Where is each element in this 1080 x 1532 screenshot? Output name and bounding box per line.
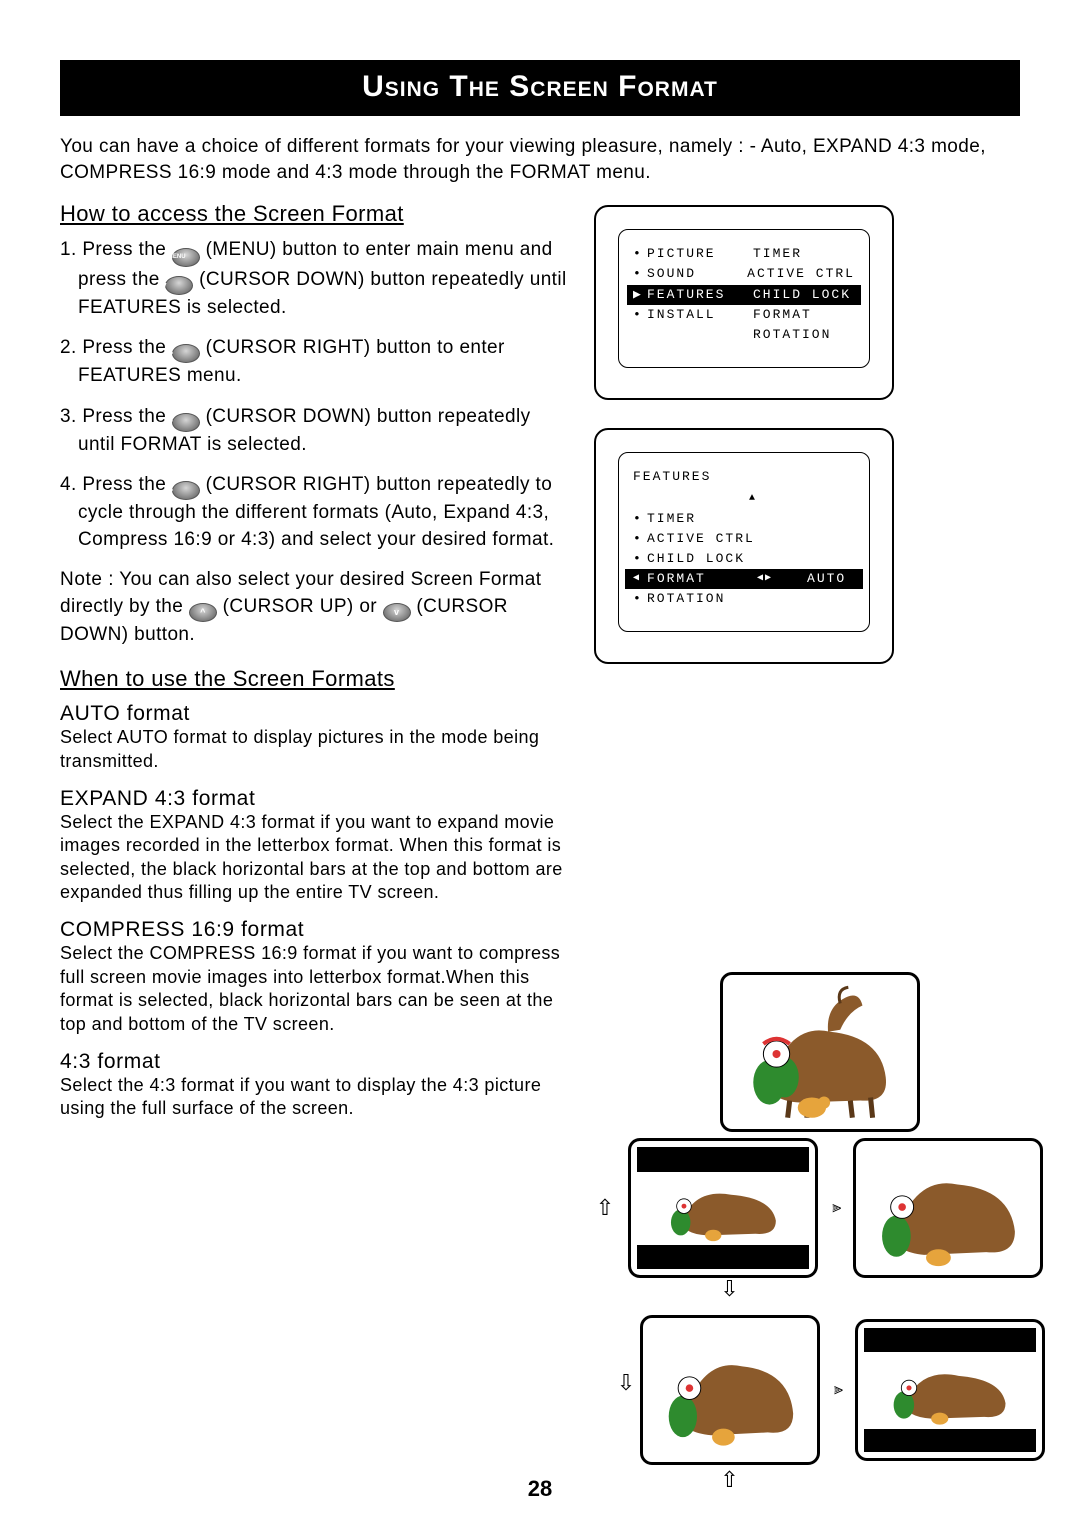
page-number: 28: [60, 1476, 1020, 1502]
expand-body: Select the EXPAND 4:3 format if you want…: [60, 811, 570, 905]
page-title: Using The Screen Format: [60, 60, 1020, 116]
section-access-head: How to access the Screen Format: [60, 201, 570, 227]
compress-body: Select the COMPRESS 16:9 format if you w…: [60, 942, 570, 1036]
note-text: Note : You can also select your desired …: [60, 567, 570, 648]
tv-letterbox-source: [628, 1138, 818, 1278]
compress-head: COMPRESS 16:9 format: [60, 918, 570, 942]
intro-text: You can have a choice of different forma…: [60, 134, 1020, 185]
osd-selected-format: ◀ FORMAT ◀▶ AUTO: [625, 569, 863, 589]
cursor-down-icon: v: [165, 276, 193, 295]
section-formats-head: When to use the Screen Formats: [60, 666, 570, 692]
arrow-right-icon: ⫸: [834, 1382, 841, 1398]
step-3: 3. Press the v (CURSOR DOWN) button repe…: [60, 404, 570, 458]
step-4: 4. Press the > (CURSOR RIGHT) button rep…: [60, 472, 570, 553]
cursor-up-icon: ^: [189, 603, 217, 622]
menu-icon: MENU: [172, 248, 200, 267]
caret-up-icon: ▲: [743, 491, 763, 507]
arrow-right-icon: ⫸: [832, 1200, 839, 1216]
expand-head: EXPAND 4:3 format: [60, 787, 570, 811]
arrows-expand-icon: ⇧: [596, 1197, 614, 1219]
step-2: 2. Press the > (CURSOR RIGHT) button to …: [60, 335, 570, 389]
auto-head: AUTO format: [60, 702, 570, 726]
tv-full-source: [640, 1315, 820, 1465]
cursor-right-icon: >: [172, 344, 200, 363]
osd-main-menu: •PICTURETIMER •SOUNDACTIVE CTRL ▶FEATURE…: [594, 205, 894, 400]
f43-body: Select the 4:3 format if you want to dis…: [60, 1074, 570, 1121]
tv-compress-result: [855, 1319, 1045, 1461]
right-column: •PICTURETIMER •SOUNDACTIVE CTRL ▶FEATURE…: [594, 201, 1045, 1492]
tv-auto: [720, 972, 920, 1132]
clown-goat-illustration: [729, 981, 911, 1123]
osd-selected-features: ▶FEATURESCHILD LOCK: [627, 285, 861, 305]
left-column: How to access the Screen Format 1. Press…: [60, 201, 570, 1492]
f43-head: 4:3 format: [60, 1050, 570, 1074]
arrow-down-icon: ⇩: [720, 1276, 738, 1301]
osd-features-menu: FEATURES ▲ •TIMER •ACTIVE CTRL •CHILD LO…: [594, 428, 894, 664]
auto-body: Select AUTO format to display pictures i…: [60, 726, 570, 773]
osd-features-title: FEATURES: [633, 467, 855, 487]
cursor-down-icon: v: [383, 603, 411, 622]
step-1: 1. Press the MENU (MENU) button to enter…: [60, 237, 570, 321]
cursor-down-icon: v: [172, 413, 200, 432]
tv-expand-result: [853, 1138, 1043, 1278]
cursor-right-icon: >: [172, 481, 200, 500]
tv-previews: ⇧: [594, 972, 1045, 1492]
